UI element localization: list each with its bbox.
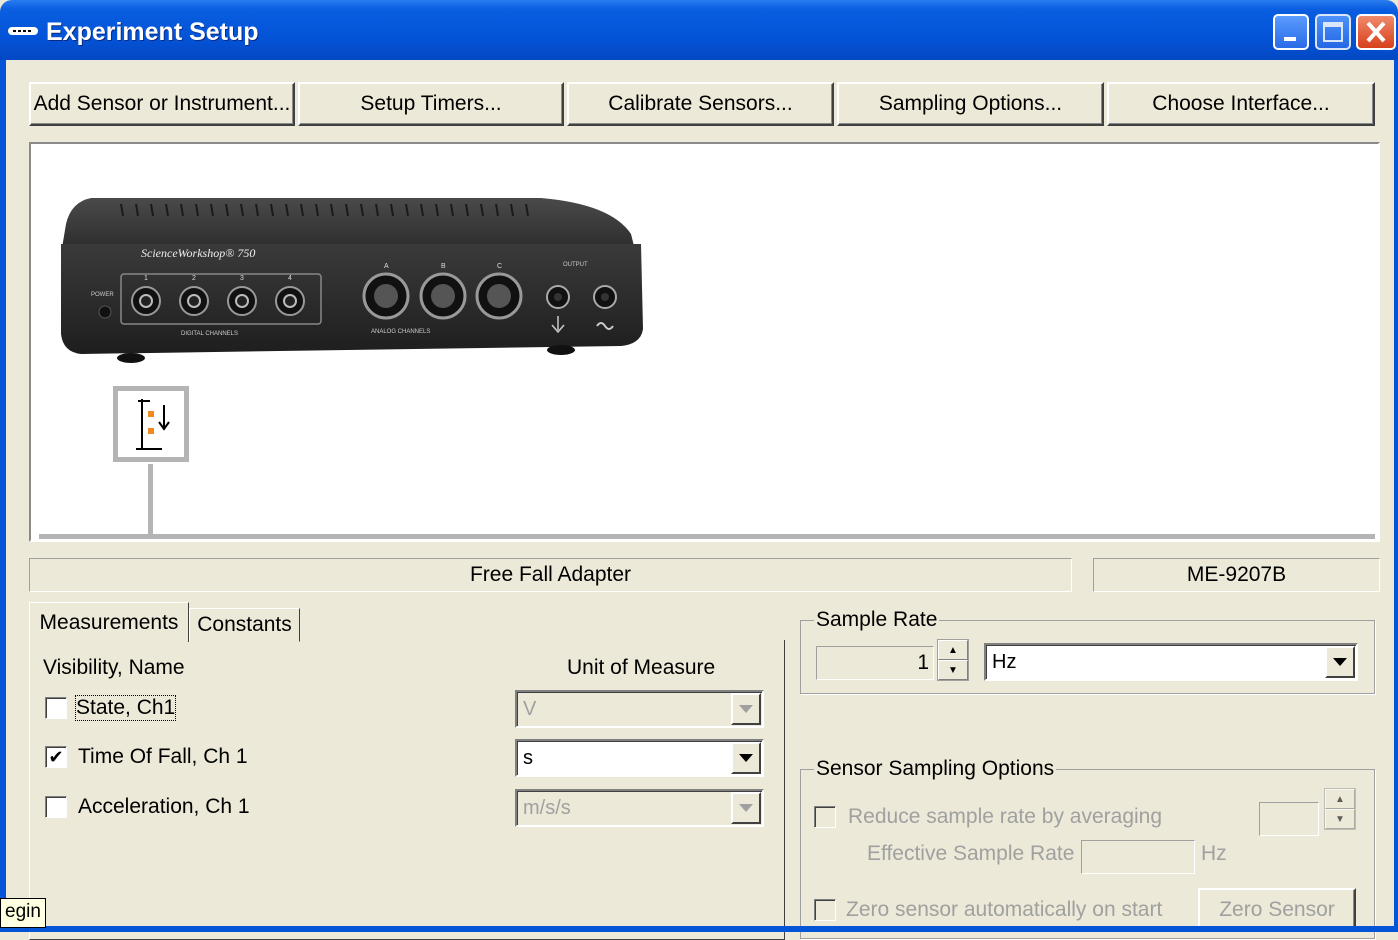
minimize-button[interactable]: [1273, 14, 1309, 50]
spin-down-icon: ▼: [1325, 809, 1355, 829]
state-unit-value: V: [523, 697, 537, 720]
spin-down-icon[interactable]: ▼: [938, 660, 968, 680]
tab-measurements[interactable]: Measurements: [29, 602, 189, 642]
visibility-name-header: Visibility, Name: [43, 656, 185, 679]
sample-rate-unit-select[interactable]: Hz: [984, 643, 1358, 681]
analog-channel-a-label: A: [384, 263, 389, 270]
chevron-down-icon: [731, 693, 761, 725]
output-label: OUTPUT: [563, 262, 588, 268]
chevron-down-icon[interactable]: [731, 742, 761, 774]
spin-up-icon[interactable]: ▲: [938, 640, 968, 660]
spin-up-icon: ▲: [1325, 789, 1355, 809]
window-frame-bottom: [0, 926, 1398, 932]
window-frame-right: [1394, 60, 1398, 932]
window-title: Experiment Setup: [46, 18, 259, 46]
free-fall-adapter-sensor[interactable]: [113, 386, 189, 462]
sampling-options-button[interactable]: Sampling Options...: [837, 82, 1104, 126]
unit-of-measure-header: Unit of Measure: [567, 656, 716, 679]
acceleration-unit-value: m/s/s: [523, 796, 571, 819]
sensor-connector-line: [148, 464, 153, 536]
device-brand-label: ScienceWorkshop® 750: [141, 246, 255, 260]
free-fall-icon: [136, 399, 170, 450]
time-of-fall-checkbox[interactable]: ✔: [45, 746, 67, 768]
reduce-sample-rate-checkbox: [814, 806, 836, 828]
setup-canvas[interactable]: ScienceWorkshop® 750 POWER 1 2 3 4 DIGIT…: [29, 142, 1380, 542]
chevron-down-icon[interactable]: [1325, 646, 1355, 678]
sample-rate-spinner[interactable]: ▲ ▼: [937, 639, 969, 681]
time-of-fall-unit-select[interactable]: s: [515, 739, 764, 777]
acceleration-unit-select: m/s/s: [515, 789, 764, 827]
sample-rate-input[interactable]: 1: [816, 646, 934, 680]
time-of-fall-unit-value: s: [523, 746, 533, 769]
zero-auto-checkbox: [814, 899, 836, 921]
analog-channel-b-label: B: [441, 263, 446, 270]
close-button[interactable]: [1356, 14, 1396, 50]
digital-channel-1-label: 1: [144, 275, 148, 282]
minimize-icon: [1284, 37, 1296, 41]
averaging-spinner: ▲ ▼: [1324, 788, 1356, 830]
averaging-input: [1259, 802, 1319, 836]
power-label: POWER: [91, 292, 114, 298]
sensor-name-field: Free Fall Adapter: [29, 558, 1072, 592]
setup-timers-button[interactable]: Setup Timers...: [298, 82, 564, 126]
sample-rate-unit-value: Hz: [992, 650, 1017, 673]
reduce-sample-rate-label: Reduce sample rate by averaging: [848, 805, 1163, 828]
effective-sample-rate-unit: Hz: [1201, 842, 1227, 865]
close-icon: [1366, 21, 1386, 43]
zero-auto-label: Zero sensor automatically on start: [846, 898, 1163, 921]
state-ch1-checkbox[interactable]: [45, 697, 67, 719]
effective-sample-rate-label: Effective Sample Rate: [867, 842, 1075, 865]
time-of-fall-label[interactable]: Time Of Fall, Ch 1: [78, 745, 248, 769]
acceleration-label[interactable]: Acceleration, Ch 1: [78, 795, 250, 819]
effective-sample-rate-field: [1081, 840, 1195, 874]
digital-channel-2-label: 2: [192, 275, 196, 282]
connection-bus-line: [39, 534, 1375, 539]
digital-channel-4-label: 4: [288, 275, 292, 282]
sample-rate-label: Sample Rate: [814, 608, 940, 632]
state-unit-select: V: [515, 690, 764, 728]
choose-interface-button[interactable]: Choose Interface...: [1107, 82, 1375, 126]
maximize-icon: [1323, 22, 1343, 42]
title-bar[interactable]: Experiment Setup: [0, 0, 1398, 60]
state-ch1-label[interactable]: State, Ch1: [74, 695, 177, 721]
analog-channels-label: ANALOG CHANNELS: [371, 329, 430, 335]
digital-channel-3-label: 3: [240, 275, 244, 282]
system-menu-icon[interactable]: [8, 24, 38, 38]
tab-constants[interactable]: Constants: [189, 608, 300, 642]
tooltip: egin: [0, 898, 46, 928]
window-frame-left: [0, 60, 6, 932]
calibrate-sensors-button[interactable]: Calibrate Sensors...: [567, 82, 834, 126]
sensor-model-field: ME-9207B: [1093, 558, 1380, 592]
acceleration-checkbox[interactable]: [45, 796, 67, 818]
experiment-setup-window: Experiment Setup Add Sensor or Instrumen…: [0, 0, 1398, 940]
add-sensor-button[interactable]: Add Sensor or Instrument...: [29, 82, 295, 126]
chevron-down-icon: [731, 792, 761, 824]
sensor-sampling-label: Sensor Sampling Options: [814, 757, 1057, 781]
digital-channels-label: DIGITAL CHANNELS: [181, 331, 238, 337]
interface-device-image[interactable]: ScienceWorkshop® 750 POWER 1 2 3 4 DIGIT…: [51, 194, 651, 374]
analog-channel-c-label: C: [497, 263, 502, 270]
maximize-button[interactable]: [1315, 14, 1351, 50]
